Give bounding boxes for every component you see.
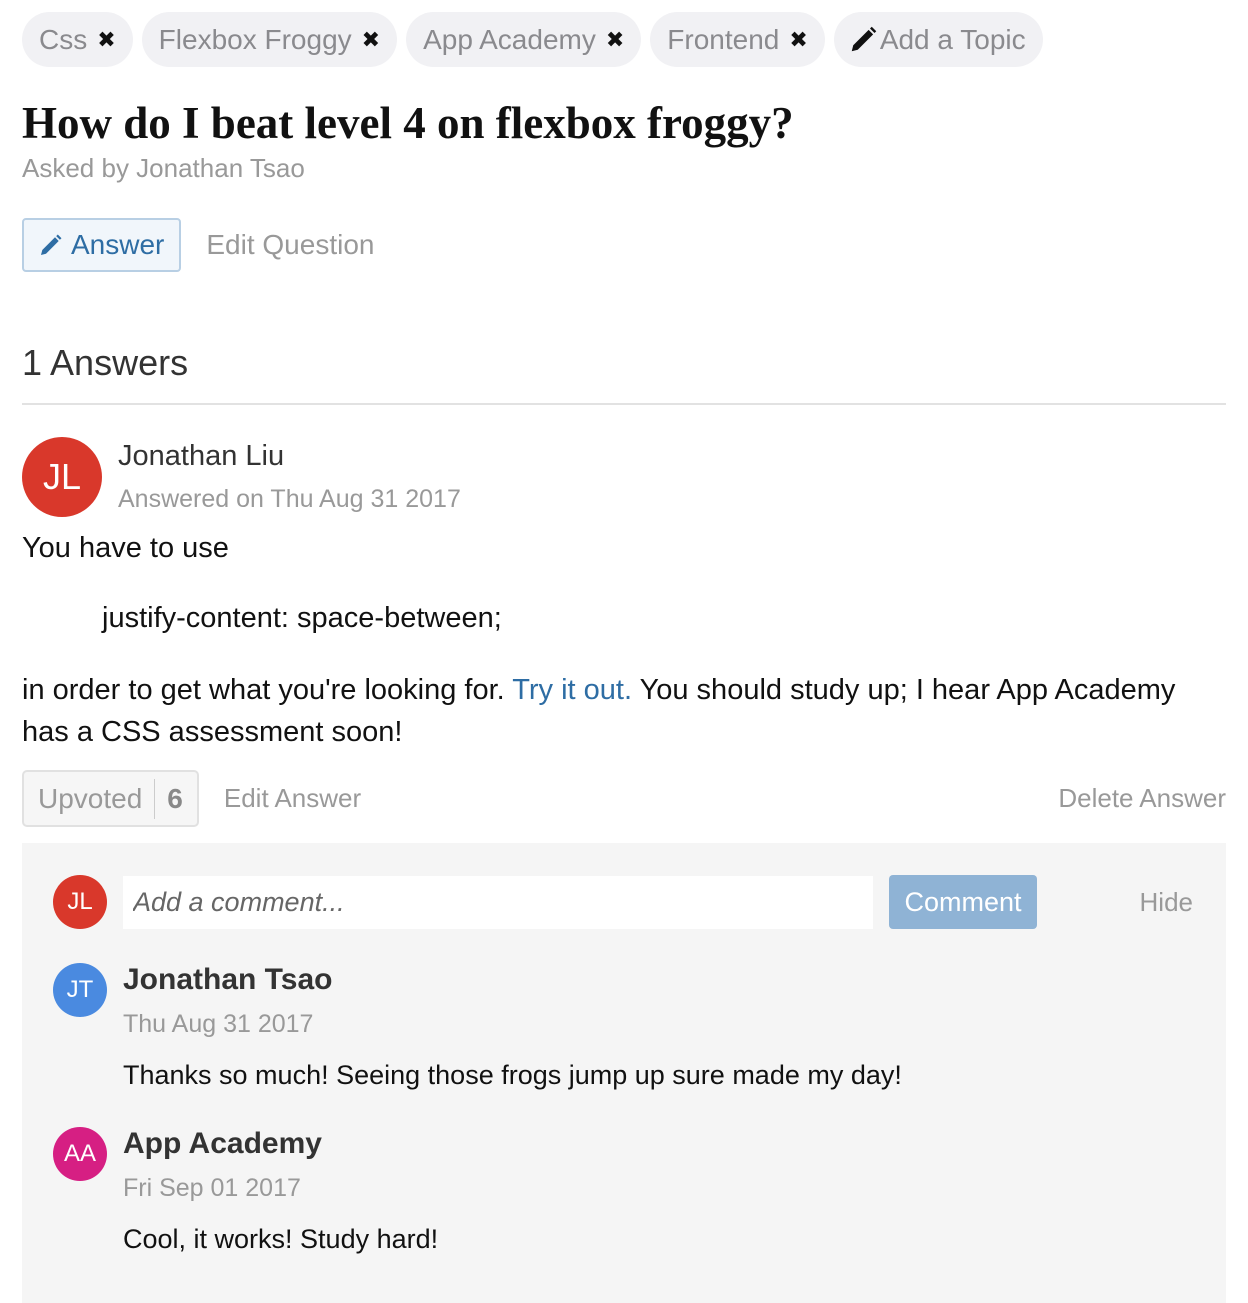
edit-question-link[interactable]: Edit Question [206, 229, 374, 261]
remove-icon[interactable]: ✖ [789, 27, 807, 53]
avatar: JL [53, 875, 107, 929]
answers-heading: 1 Answers [22, 342, 189, 383]
comment-text: Thanks so much! Seeing those frogs jump … [123, 1060, 902, 1090]
answer-paragraph: in order to get what you're looking for.… [22, 669, 1226, 753]
remove-icon[interactable]: ✖ [97, 27, 115, 53]
comment-date: Thu Aug 31 2017 [123, 1010, 314, 1038]
comment-body: Jonathan Tsao Thu Aug 31 2017 Thanks so … [123, 963, 902, 1091]
author-meta: Jonathan Liu Answered on Thu Aug 31 2017 [118, 437, 461, 517]
comment-text: Cool, it works! Study hard! [123, 1224, 439, 1254]
comment-input[interactable] [123, 875, 873, 929]
pencil-icon [851, 26, 877, 51]
asked-by: Asked by Jonathan Tsao [22, 153, 305, 183]
divider [22, 403, 1226, 405]
comment-item: JT Jonathan Tsao Thu Aug 31 2017 Thanks … [53, 963, 1195, 1091]
topic-tag-flexbox-froggy[interactable]: Flexbox Froggy ✖ [141, 12, 398, 67]
answer-code-line: justify-content: space-between; [102, 602, 502, 634]
author-name[interactable]: Jonathan Liu [118, 440, 461, 473]
divider [154, 778, 156, 819]
answer-text: in order to get what you're looking for. [22, 674, 513, 706]
topic-tag-app-academy[interactable]: App Academy ✖ [406, 12, 642, 67]
topic-bar: Css ✖ Flexbox Froggy ✖ App Academy ✖ Fro… [22, 12, 1226, 67]
delete-answer-link[interactable]: Delete Answer [1058, 783, 1226, 814]
topic-label[interactable]: Flexbox Froggy [159, 24, 352, 56]
topic-label[interactable]: Frontend [667, 24, 779, 56]
hide-comments-link[interactable]: Hide [1140, 887, 1193, 918]
comment-item: AA App Academy Fri Sep 01 2017 Cool, it … [53, 1127, 1195, 1255]
question-actions: Answer Edit Question [22, 218, 1226, 272]
topic-label[interactable]: Css [39, 24, 87, 56]
try-it-out-link[interactable]: Try it out. [512, 674, 632, 706]
comment-author[interactable]: Jonathan Tsao [123, 963, 902, 997]
answer-button-label[interactable]: Answer [71, 229, 164, 261]
add-topic-label[interactable]: Add a Topic [880, 24, 1026, 56]
answered-date: Answered on Thu Aug 31 2017 [118, 485, 461, 513]
upvote-count: 6 [167, 782, 183, 814]
avatar[interactable]: JL [22, 437, 102, 517]
add-topic-button[interactable]: Add a Topic [833, 12, 1043, 67]
question-page: Css ✖ Flexbox Froggy ✖ App Academy ✖ Fro… [22, 12, 1226, 1303]
remove-icon[interactable]: ✖ [606, 27, 624, 53]
comments-section: JL Comment Hide JT Jonathan Tsao Thu Aug… [22, 843, 1226, 1303]
pencil-icon [41, 234, 62, 255]
comment-date: Fri Sep 01 2017 [123, 1174, 301, 1202]
comment-author[interactable]: App Academy [123, 1127, 438, 1161]
answer-author: JL Jonathan Liu Answered on Thu Aug 31 2… [22, 437, 1226, 517]
comment-composer: JL Comment Hide [53, 875, 1195, 929]
comment-body: App Academy Fri Sep 01 2017 Cool, it wor… [123, 1127, 438, 1255]
edit-answer-link[interactable]: Edit Answer [224, 783, 361, 814]
upvote-button[interactable]: Upvoted 6 [22, 770, 199, 827]
answer-button[interactable]: Answer [22, 218, 182, 272]
remove-icon[interactable]: ✖ [362, 27, 380, 53]
avatar[interactable]: AA [53, 1127, 107, 1181]
topic-tag-css[interactable]: Css ✖ [22, 12, 133, 67]
answer-actions: Upvoted 6 Edit Answer Delete Answer [22, 770, 1226, 827]
question-title: How do I beat level 4 on flexbox froggy? [22, 98, 794, 148]
comment-submit-button[interactable]: Comment [889, 875, 1037, 929]
topic-label[interactable]: App Academy [423, 24, 596, 56]
upvote-label[interactable]: Upvoted [38, 783, 142, 815]
avatar[interactable]: JT [53, 963, 107, 1017]
topic-tag-frontend[interactable]: Frontend ✖ [650, 12, 825, 67]
answer-text-intro: You have to use [22, 532, 229, 564]
